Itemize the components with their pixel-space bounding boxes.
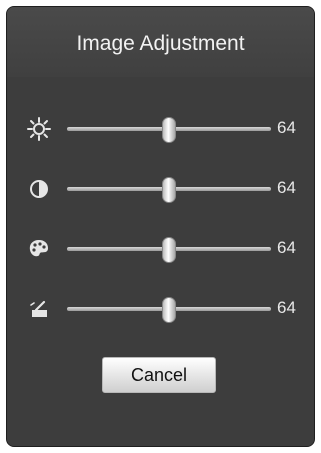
saturation-value: 64 <box>277 238 296 257</box>
image-adjustment-dialog: Image Adjustment 64 64 64 64 Cancel <box>6 6 315 447</box>
cancel-button[interactable]: Cancel <box>102 357 216 393</box>
dialog-title: Image Adjustment <box>7 7 314 78</box>
contrast-slider-thumb[interactable] <box>162 177 176 203</box>
hue-icon <box>23 295 55 323</box>
dialog-body: 64 64 64 64 Cancel <box>7 77 314 446</box>
brightness-slider-thumb[interactable] <box>162 117 176 143</box>
saturation-icon <box>23 235 55 263</box>
hue-value: 64 <box>277 298 296 317</box>
hue-slider-thumb[interactable] <box>162 297 176 323</box>
brightness-value: 64 <box>277 118 296 137</box>
contrast-row: 64 <box>7 169 314 209</box>
contrast-icon <box>23 175 55 203</box>
saturation-row: 64 <box>7 229 314 269</box>
hue-row: 64 <box>7 289 314 329</box>
saturation-slider-thumb[interactable] <box>162 237 176 263</box>
brightness-icon <box>23 115 55 143</box>
brightness-row: 64 <box>7 109 314 149</box>
contrast-value: 64 <box>277 178 296 197</box>
